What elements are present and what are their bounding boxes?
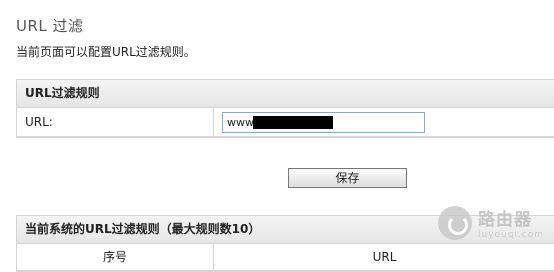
url-label: URL:	[17, 108, 214, 136]
table-column-headers: 序号 URL	[17, 244, 554, 271]
page-title: URL 过滤	[16, 17, 84, 35]
page-description: 当前页面可以配置URL过滤规则。	[16, 45, 196, 59]
url-row: URL:	[17, 108, 554, 137]
watermark-name: 路由器	[477, 210, 532, 230]
panel-header: URL过滤规则	[17, 80, 554, 108]
redaction-block	[253, 115, 333, 129]
url-filter-rule-panel: URL过滤规则 URL:	[16, 79, 554, 138]
watermark-domain: luyouqi.com	[477, 230, 544, 240]
column-header-url: URL	[372, 250, 397, 264]
column-header-index: 序号	[17, 244, 214, 270]
router-logo-icon	[437, 205, 472, 240]
watermark: 路由器 luyouqi.com	[437, 205, 544, 240]
url-field-wrapper	[222, 111, 425, 133]
save-button[interactable]: 保存	[288, 168, 407, 188]
